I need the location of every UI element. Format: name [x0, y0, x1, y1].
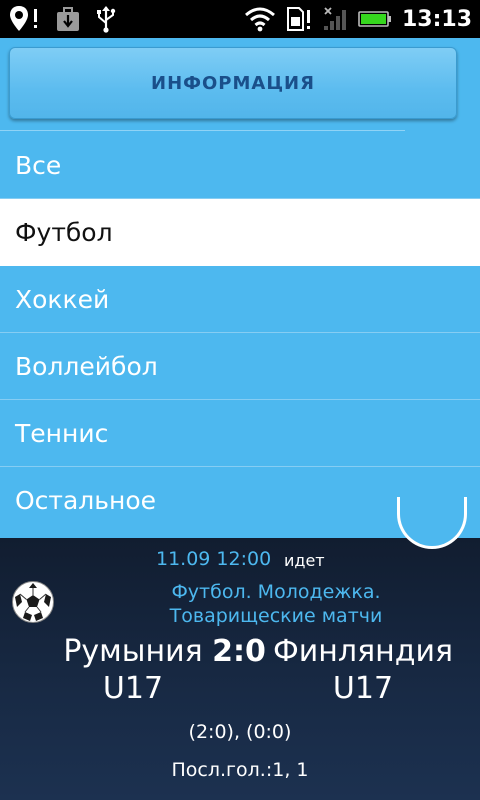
location-alert-icon	[8, 5, 42, 33]
usb-icon	[94, 5, 118, 33]
menu-item-all[interactable]: Все	[0, 132, 480, 199]
wifi-icon	[244, 6, 276, 32]
match-score: 2:0	[212, 634, 266, 669]
league-name: Футбол. Молодежка. Товарищеские матчи	[169, 581, 383, 627]
status-bar: 13:13	[0, 0, 480, 38]
sport-menu: Все Футбол Хоккей Воллейбол Теннис Остал…	[0, 132, 480, 534]
information-button[interactable]: ИНФОРМАЦИЯ	[9, 47, 457, 119]
home-team: Румыния U17	[63, 634, 203, 706]
menu-item-label: Хоккей	[15, 284, 110, 314]
away-team: Финляндия U17	[272, 634, 454, 706]
match-card[interactable]: 11.09 12:00 идет Футбол. Молодежка. Това…	[0, 538, 480, 800]
match-datetime: 11.09 12:00	[156, 548, 272, 570]
download-icon	[56, 6, 80, 32]
match-status: идет	[284, 551, 325, 570]
menu-item-volleyball[interactable]: Воллейбол	[0, 333, 480, 400]
half-scores: (2:0), (0:0)	[188, 721, 292, 743]
battery-icon	[358, 8, 392, 30]
menu-item-label: Футбол	[15, 217, 113, 247]
signal-icon	[322, 6, 348, 32]
sport-filter-panel: ИНФОРМАЦИЯ Все Футбол Хоккей Воллейбол Т…	[0, 38, 480, 538]
menu-item-hockey[interactable]: Хоккей	[0, 266, 480, 333]
information-button-label: ИНФОРМАЦИЯ	[151, 72, 315, 94]
menu-item-label: Воллейбол	[15, 351, 158, 381]
sim-alert-icon	[286, 6, 312, 32]
menu-item-label: Все	[15, 150, 62, 180]
menu-item-football[interactable]: Футбол	[0, 199, 480, 266]
menu-item-label: Остальное	[15, 486, 157, 515]
status-clock: 13:13	[401, 6, 472, 32]
soccer-ball-icon	[11, 580, 55, 628]
panel-divider	[0, 130, 405, 131]
last-goal: Посл.гол.:1, 1	[171, 759, 309, 781]
menu-item-tennis[interactable]: Теннис	[0, 400, 480, 467]
menu-item-label: Теннис	[15, 418, 109, 448]
